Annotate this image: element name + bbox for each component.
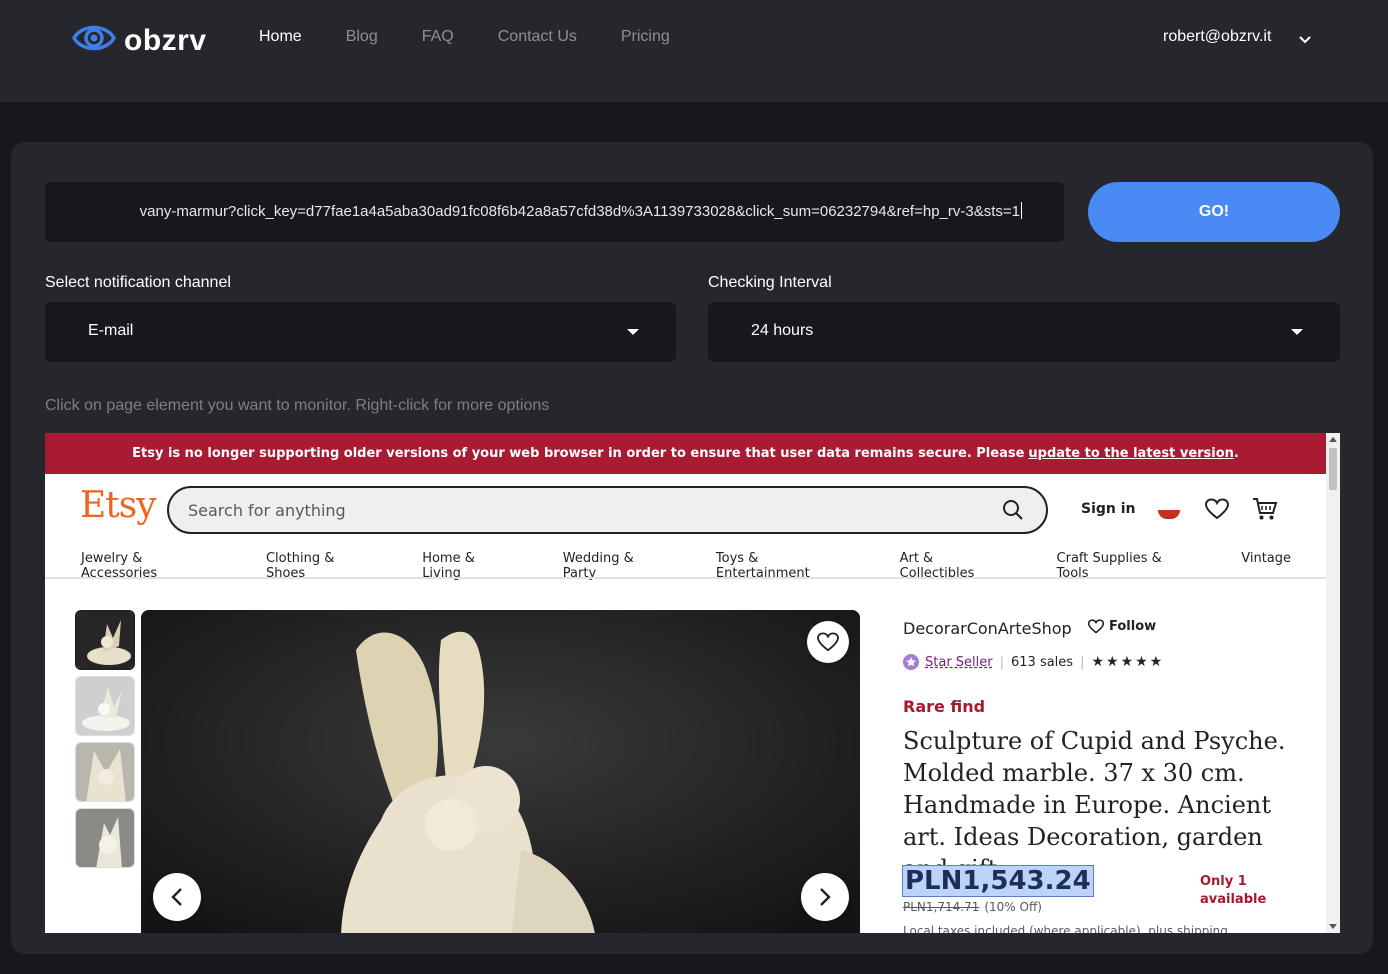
update-browser-link[interactable]: update to the latest version <box>1028 446 1234 461</box>
brand-logo[interactable]: obzrv <box>71 20 207 61</box>
scroll-down-arrow-icon[interactable] <box>1329 924 1337 929</box>
chevron-left-icon <box>171 888 182 906</box>
product-title: Sculpture of Cupid and Psyche. Molded ma… <box>903 727 1286 883</box>
nav-contact-us[interactable]: Contact Us <box>498 28 577 46</box>
chevron-right-icon <box>820 888 831 906</box>
separator: | <box>999 654 1004 670</box>
divider <box>45 577 1326 579</box>
browser-warning-banner: Etsy is no longer supporting older versi… <box>45 433 1326 474</box>
next-image-button[interactable] <box>801 873 849 921</box>
product-main-image[interactable] <box>141 610 860 933</box>
page-preview-frame[interactable]: Etsy is no longer supporting older versi… <box>45 433 1340 933</box>
search-icon[interactable] <box>1002 499 1024 525</box>
nav-faq[interactable]: FAQ <box>422 28 454 46</box>
availability-notice: Only 1 available <box>1200 874 1267 907</box>
nav-blog[interactable]: Blog <box>346 28 378 46</box>
discount-label: (10% Off) <box>984 900 1042 914</box>
scrollbar[interactable] <box>1326 433 1340 933</box>
notification-channel-value: E-mail <box>88 322 134 339</box>
checking-interval-select[interactable]: 24 hours <box>708 302 1340 362</box>
cart-icon[interactable] <box>1252 496 1278 526</box>
etsy-logo[interactable]: Etsy <box>80 485 157 526</box>
dropdown-arrow-icon <box>1291 329 1303 335</box>
sign-in-link[interactable]: Sign in <box>1081 501 1136 517</box>
star-seller-link[interactable]: Star Seller <box>925 655 993 670</box>
account-email[interactable]: robert@obzrv.it <box>1163 28 1271 46</box>
star-seller-badge-icon <box>903 654 919 670</box>
url-input-value: vany-marmur?click_key=d77fae1a4a5aba30ad… <box>139 203 1020 220</box>
heart-icon <box>817 632 839 652</box>
main-nav: Home Blog FAQ Contact Us Pricing <box>259 28 670 46</box>
taxes-note: Local taxes included (where applicable),… <box>903 924 1228 933</box>
follow-label: Follow <box>1109 619 1157 634</box>
rating-stars[interactable]: ★★★★★ <box>1091 654 1164 670</box>
etsy-search-input[interactable]: Search for anything <box>167 486 1048 534</box>
separator: | <box>1080 654 1085 670</box>
original-price: PLN1,714.71 (10% Off) <box>903 900 1042 914</box>
product-thumbnail[interactable] <box>75 742 135 802</box>
shop-name[interactable]: DecorarConArteShop <box>903 619 1072 638</box>
checking-interval-value: 24 hours <box>751 322 814 339</box>
heart-icon <box>1088 619 1104 634</box>
rare-find-label: Rare find <box>903 697 986 716</box>
favorites-heart-icon[interactable] <box>1204 498 1230 524</box>
seller-info: Star Seller | 613 sales | ★★★★★ <box>903 654 1164 670</box>
nav-home[interactable]: Home <box>259 28 302 46</box>
checking-interval-label: Checking Interval <box>708 274 832 291</box>
go-button[interactable]: GO! <box>1088 182 1340 242</box>
previous-image-button[interactable] <box>153 873 201 921</box>
top-navbar: obzrv Home Blog FAQ Contact Us Pricing r… <box>0 0 1388 102</box>
text-caret <box>1021 202 1022 219</box>
old-price-value: PLN1,714.71 <box>903 900 980 914</box>
product-thumbnail[interactable] <box>75 808 135 868</box>
search-placeholder: Search for anything <box>188 501 346 520</box>
banner-end: . <box>1233 446 1239 461</box>
url-input[interactable]: vany-marmur?click_key=d77fae1a4a5aba30ad… <box>45 182 1064 242</box>
instruction-hint: Click on page element you want to monito… <box>45 397 550 414</box>
brand-name: obzrv <box>124 23 207 57</box>
dropdown-arrow-icon <box>627 329 639 335</box>
flag-icon[interactable] <box>1158 501 1180 519</box>
follow-button[interactable]: Follow <box>1088 619 1156 634</box>
scroll-thumb[interactable] <box>1329 448 1337 490</box>
favorite-button[interactable] <box>807 621 849 663</box>
product-thumbnail[interactable] <box>75 676 135 736</box>
nav-pricing[interactable]: Pricing <box>621 28 670 46</box>
scroll-up-arrow-icon[interactable] <box>1329 437 1337 442</box>
chevron-down-icon[interactable] <box>1298 32 1312 50</box>
notification-channel-select[interactable]: E-mail <box>45 302 676 362</box>
notification-channel-label: Select notification channel <box>45 274 231 291</box>
product-thumbnail[interactable] <box>75 610 135 670</box>
sales-count: 613 sales <box>1011 654 1074 670</box>
product-price[interactable]: PLN1,543.24 <box>902 865 1094 897</box>
eye-icon <box>71 20 117 61</box>
banner-text: Etsy is no longer supporting older versi… <box>132 446 1025 461</box>
